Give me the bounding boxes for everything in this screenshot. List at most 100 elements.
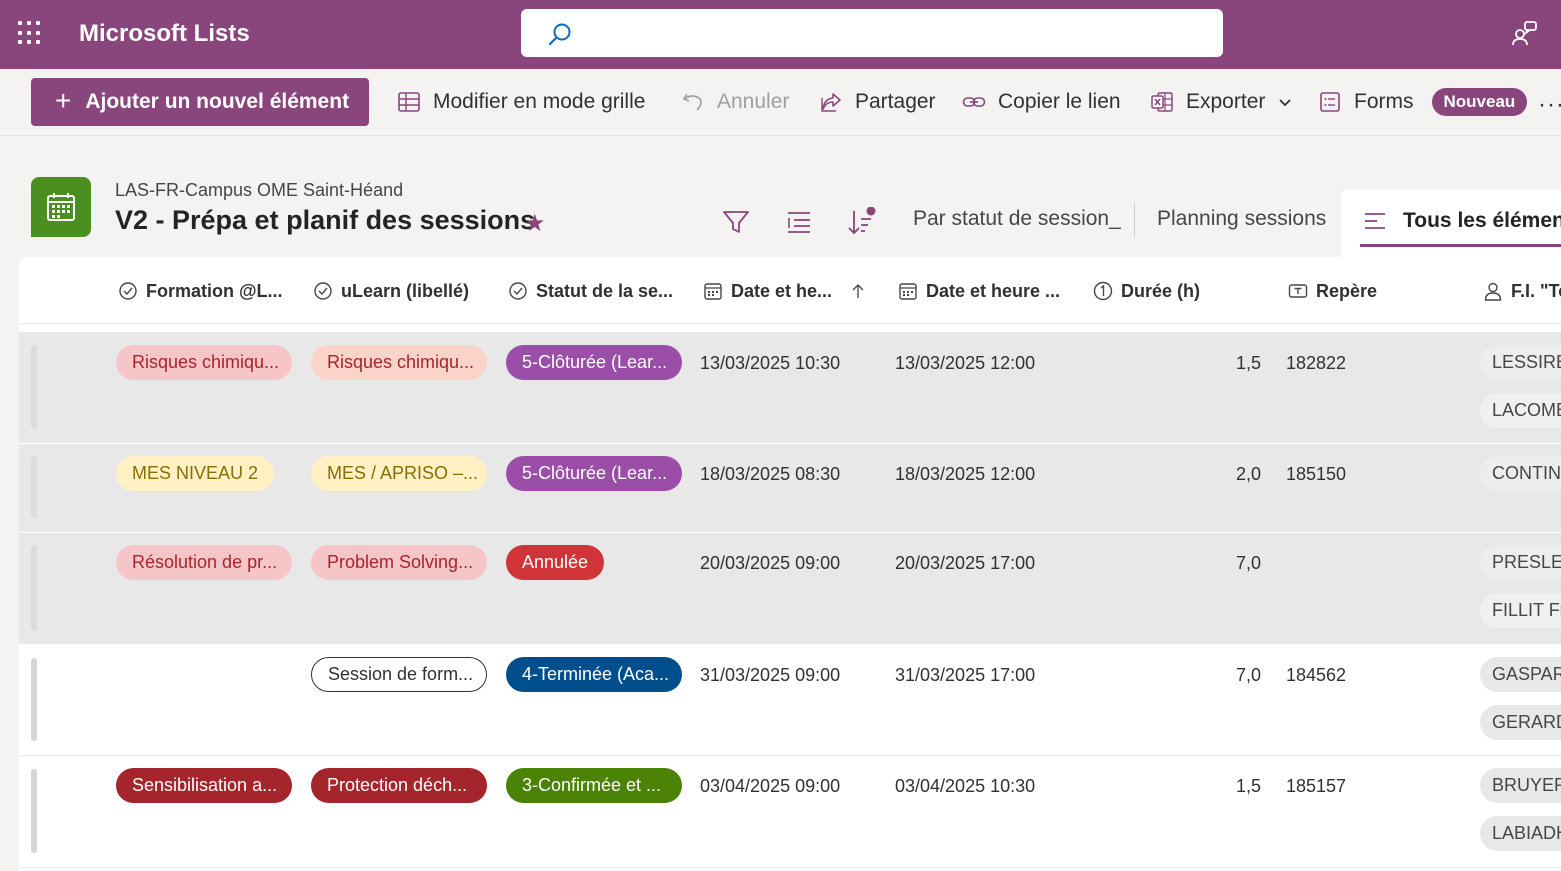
active-view-underline bbox=[1360, 244, 1561, 247]
statut-pill: 4-Terminée (Aca... bbox=[506, 657, 682, 692]
person-column-icon bbox=[1484, 282, 1502, 301]
export-button[interactable]: Exporter bbox=[1150, 87, 1293, 117]
sort-icon[interactable] bbox=[846, 207, 876, 237]
app-launcher-icon[interactable] bbox=[18, 21, 42, 45]
statut-pill: Annulée bbox=[506, 545, 605, 580]
column-header-formation-label: Formation @L... bbox=[146, 280, 283, 301]
person-chip[interactable]: LACOMB bbox=[1480, 393, 1561, 428]
list-title: V2 - Prépa et planif des sessions bbox=[115, 205, 536, 235]
command-bar: + Ajouter un nouvel élément Modifier en … bbox=[0, 69, 1561, 136]
column-header-duree[interactable]: Durée (h) bbox=[1093, 278, 1200, 304]
view-separator bbox=[1134, 202, 1135, 238]
filter-icon[interactable] bbox=[721, 207, 751, 237]
person-chip[interactable]: PRESLE D bbox=[1480, 545, 1561, 580]
undo-icon bbox=[682, 93, 702, 111]
duree-cell: 1,5 bbox=[1235, 776, 1261, 796]
view-tab-all-items-label: Tous les éléments bbox=[1403, 209, 1561, 232]
date-start-cell: 18/03/2025 08:30 bbox=[700, 464, 841, 484]
date-start-cell: 13/03/2025 10:30 bbox=[700, 353, 841, 373]
formation-pill: Risques chimiqu... bbox=[116, 345, 292, 380]
column-header-statut[interactable]: Statut de la se... bbox=[508, 278, 673, 304]
copy-link-button[interactable]: Copier le lien bbox=[962, 87, 1121, 117]
choice-column-icon bbox=[119, 282, 137, 300]
forms-icon bbox=[1320, 92, 1340, 112]
statut-pill: 5-Clôturée (Lear... bbox=[506, 456, 682, 491]
more-options-icon[interactable]: ··· bbox=[1538, 91, 1561, 119]
copy-link-label: Copier le lien bbox=[998, 90, 1121, 113]
duree-cell: 7,0 bbox=[1235, 553, 1261, 573]
view-tab-planning[interactable]: Planning sessions bbox=[1157, 207, 1326, 231]
feedback-person-icon[interactable] bbox=[1510, 19, 1538, 47]
date-end-cell: 20/03/2025 17:00 bbox=[895, 553, 1036, 573]
undo-button[interactable]: Annuler bbox=[681, 87, 789, 117]
row-select-handle[interactable] bbox=[31, 345, 37, 428]
column-header-duree-label: Durée (h) bbox=[1121, 280, 1201, 301]
date-start-cell: 20/03/2025 09:00 bbox=[700, 553, 841, 573]
table-row[interactable]: MES NIVEAU 2 MES / APRISO –... 5-Clôturé… bbox=[19, 444, 1561, 532]
forms-button[interactable]: Forms Nouveau bbox=[1318, 87, 1528, 117]
group-by-icon[interactable] bbox=[784, 207, 814, 237]
ulearn-pill: Session de form... bbox=[311, 657, 487, 692]
column-header-ulearn[interactable]: uLearn (libellé) bbox=[313, 278, 469, 304]
column-header-formation[interactable]: Formation @L... bbox=[118, 278, 283, 304]
person-chip[interactable]: LESSIRE S bbox=[1480, 345, 1561, 380]
column-header-date-start-label: Date et he... bbox=[731, 280, 833, 301]
person-chip[interactable]: GERARD bbox=[1480, 705, 1561, 740]
repere-cell: 185150 bbox=[1286, 464, 1347, 484]
repere-cell: 184562 bbox=[1286, 665, 1347, 685]
sort-ascending-arrow-icon bbox=[852, 284, 864, 298]
share-button[interactable]: Partager bbox=[819, 87, 936, 117]
add-new-item-button[interactable]: + Ajouter un nouvel élément bbox=[31, 78, 369, 126]
row-select-handle[interactable] bbox=[31, 456, 37, 518]
table-row[interactable]: Session de form... 4-Terminée (Aca... 31… bbox=[19, 645, 1561, 756]
person-chip[interactable]: BRUYERE bbox=[1480, 768, 1561, 803]
column-header-ulearn-label: uLearn (libellé) bbox=[341, 280, 470, 301]
column-header-statut-label: Statut de la se... bbox=[536, 280, 674, 301]
list-grid: Formation @L... uLearn (libellé) Statut … bbox=[19, 257, 1561, 871]
column-header-fi-label: F.I. "Te bbox=[1511, 280, 1561, 301]
column-header-fi[interactable]: F.I. "Te bbox=[1483, 278, 1561, 304]
plus-icon: + bbox=[55, 84, 72, 116]
edit-grid-view-label: Modifier en mode grille bbox=[433, 90, 646, 113]
date-start-cell: 31/03/2025 09:00 bbox=[700, 665, 841, 685]
row-select-handle[interactable] bbox=[31, 769, 37, 853]
ulearn-pill: MES / APRISO –... bbox=[311, 456, 487, 491]
table-row[interactable]: Résolution de pr... Problem Solving... A… bbox=[19, 533, 1561, 644]
row-select-handle[interactable] bbox=[31, 545, 37, 631]
share-icon bbox=[821, 93, 841, 112]
repere-cell: 182822 bbox=[1286, 353, 1347, 373]
row-select-handle[interactable] bbox=[31, 658, 37, 741]
column-header-repere[interactable]: Repère bbox=[1288, 278, 1377, 304]
formation-pill: Sensibilisation a... bbox=[116, 768, 292, 803]
add-new-item-label: Ajouter un nouvel élément bbox=[85, 90, 350, 113]
column-header-date-start[interactable]: Date et he... bbox=[703, 278, 866, 304]
list-calendar-icon bbox=[31, 177, 91, 237]
duree-cell: 2,0 bbox=[1235, 464, 1261, 484]
favorite-star-icon[interactable]: ★ bbox=[524, 209, 546, 238]
view-tab-all-items[interactable]: Tous les éléments bbox=[1341, 189, 1561, 257]
person-chip[interactable]: CONTINC bbox=[1480, 456, 1561, 491]
share-label: Partager bbox=[855, 90, 936, 113]
column-header-date-end[interactable]: Date et heure ... bbox=[898, 278, 1060, 304]
ulearn-pill: Problem Solving... bbox=[311, 545, 487, 580]
search-input[interactable] bbox=[585, 17, 1205, 49]
chevron-down-icon bbox=[1279, 99, 1292, 107]
date-end-cell: 18/03/2025 12:00 bbox=[895, 464, 1036, 484]
app-title[interactable]: Microsoft Lists bbox=[79, 20, 250, 48]
date-end-cell: 13/03/2025 12:00 bbox=[895, 353, 1036, 373]
person-chip[interactable]: FILLIT Fra bbox=[1480, 593, 1561, 628]
search-icon bbox=[548, 23, 571, 46]
person-chip[interactable]: LABIADH bbox=[1480, 816, 1561, 851]
column-header-date-end-label: Date et heure ... bbox=[926, 280, 1061, 301]
statut-pill: 3-Confirmée et ... bbox=[506, 768, 682, 803]
table-row[interactable]: Sensibilisation a... Protection déch... … bbox=[19, 757, 1561, 868]
search-box[interactable] bbox=[521, 9, 1223, 57]
undo-label: Annuler bbox=[717, 90, 790, 113]
view-tab-par-statut[interactable]: Par statut de session_ bbox=[913, 207, 1121, 231]
text-column-icon bbox=[1288, 284, 1308, 298]
table-row[interactable]: Risques chimiqu... Risques chimiqu... 5-… bbox=[19, 332, 1561, 443]
edit-grid-view-button[interactable]: Modifier en mode grille bbox=[397, 87, 645, 117]
site-name[interactable]: LAS-FR-Campus OME Saint-Héand bbox=[115, 180, 403, 201]
number-column-icon bbox=[1093, 281, 1113, 301]
person-chip[interactable]: GASPARI bbox=[1480, 657, 1561, 692]
